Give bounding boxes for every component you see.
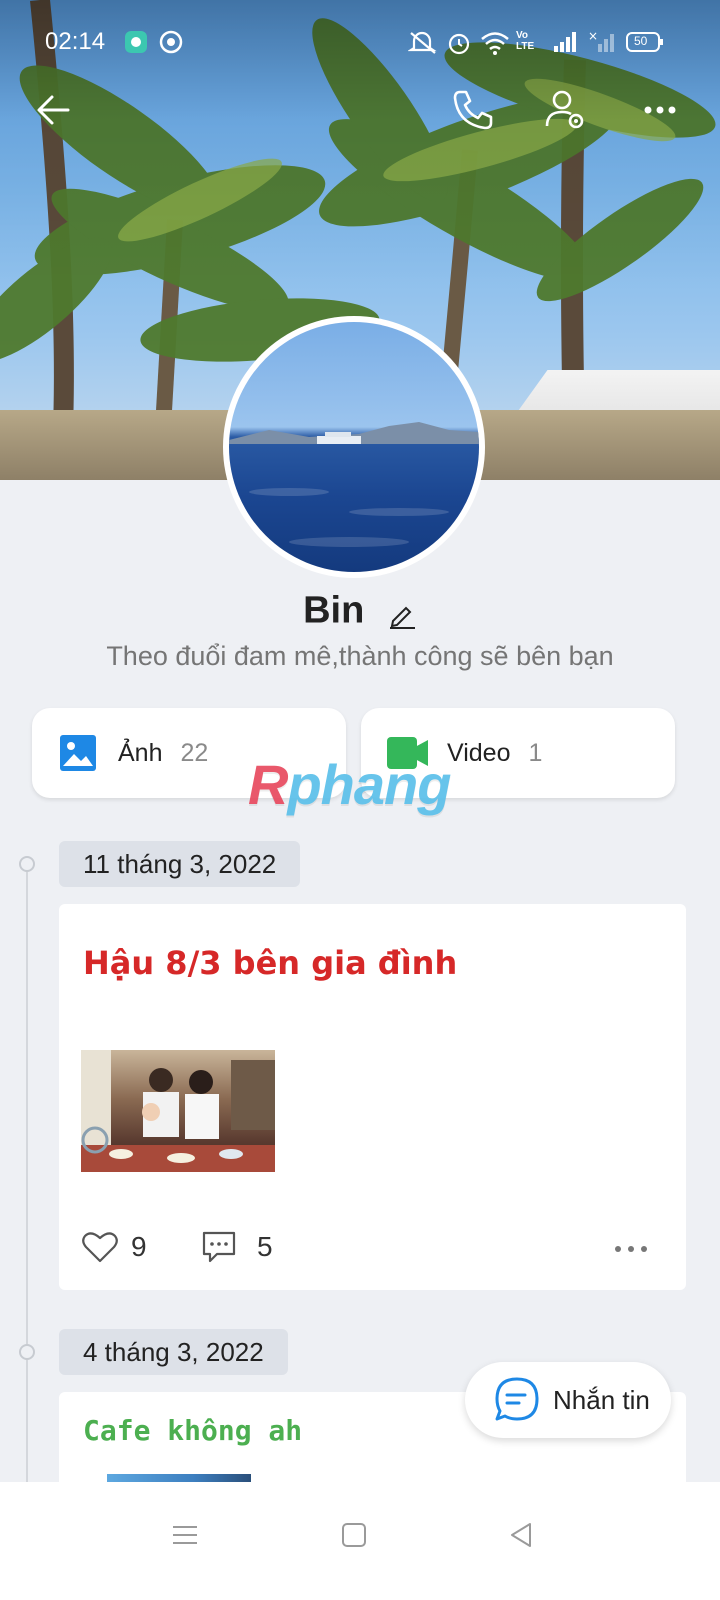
volte-icon: Vo LTE [516,30,535,52]
avatar[interactable] [223,316,485,578]
like-button[interactable]: 9 [81,1230,147,1264]
profile-name-row: Bin [0,588,720,632]
watermark-logo: Rphang [248,753,451,816]
edit-pencil-icon[interactable] [387,596,417,629]
timeline-post[interactable]: Hậu 8/3 bên gia đình 9 5 [59,904,686,1290]
heart-icon [82,1232,118,1263]
comment-button[interactable]: 5 [201,1230,273,1264]
app-icon [124,30,148,59]
wifi-icon [480,30,510,61]
photos-label: Ảnh [118,738,163,767]
status-time: 02:14 [45,28,106,55]
alarm-icon [446,30,472,61]
menu-icon[interactable] [172,1522,198,1553]
comment-count: 5 [257,1231,273,1262]
battery-icon: 50 [626,31,664,58]
svg-text:×: × [588,30,598,43]
comment-icon [202,1231,236,1263]
more-icon[interactable] [638,86,686,134]
post-more-icon[interactable] [611,1234,651,1264]
date-label: 4 tháng 3, 2022 [59,1329,288,1375]
profile-bio: Theo đuổi đam mê,thành công sẽ bên bạn [106,641,614,671]
silent-icon [407,30,438,61]
like-count: 9 [131,1231,147,1262]
post-photo[interactable] [81,1050,275,1172]
timeline-dot [19,856,35,872]
post-title: Cafe không ah [83,1414,303,1447]
image-icon [60,735,96,771]
profile-name: Bin [303,589,365,632]
ball-icon [159,30,183,59]
phone-icon[interactable] [448,86,496,134]
battery-level: 50 [634,34,648,48]
user-settings-icon[interactable] [542,86,590,134]
post-reactions: 9 5 [81,1230,661,1270]
photos-count: 22 [180,738,209,767]
timeline-dot [19,1344,35,1360]
back-arrow-icon[interactable] [30,86,78,134]
message-button[interactable]: Nhắn tin [465,1362,671,1438]
avatar-photo [229,322,479,572]
chat-bubble-icon [495,1377,539,1421]
videos-count: 1 [528,738,543,767]
post-title: Hậu 8/3 bên gia đình [83,944,458,982]
videos-label: Video [447,738,511,767]
timeline-line [26,864,28,1494]
signal-icon [552,30,578,59]
date-label: 11 tháng 3, 2022 [59,841,301,887]
system-nav-bar [0,1482,720,1600]
status-bar: 02:14 Vo LTE × 50 [0,0,720,88]
home-icon[interactable] [341,1522,367,1553]
back-icon[interactable] [508,1522,534,1553]
message-button-label: Nhắn tin [553,1384,650,1415]
signal-x-icon: × [588,29,618,59]
